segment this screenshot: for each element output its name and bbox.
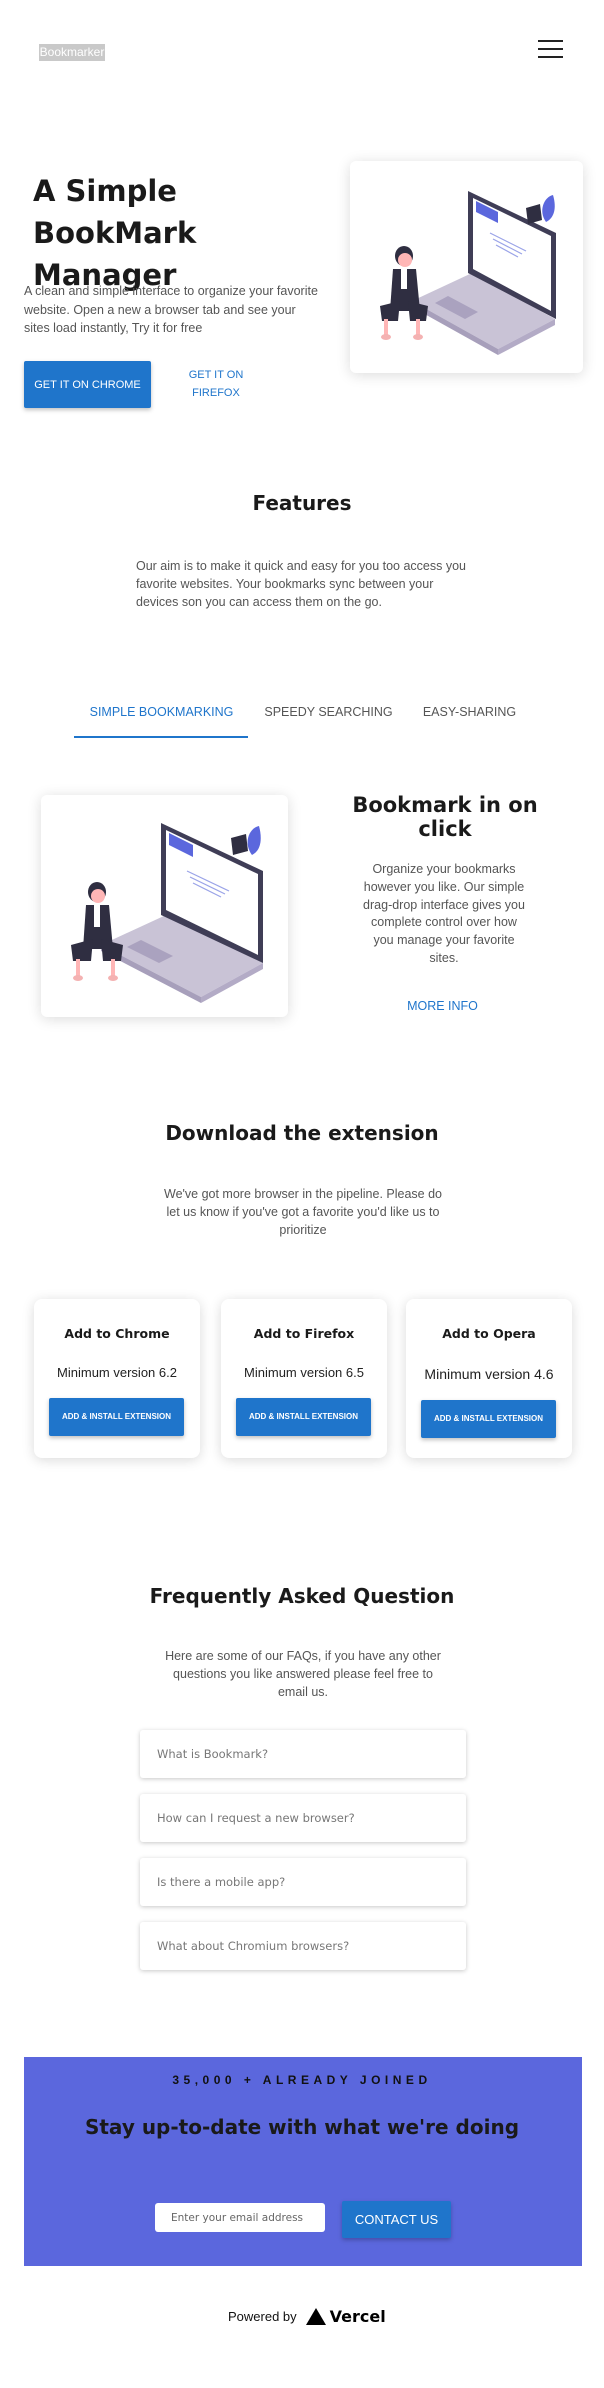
card-title: Add to Chrome: [64, 1326, 170, 1341]
hero-illustration: [350, 161, 583, 373]
opera-extension-card: Add to Opera Minimum version 4.6 ADD & I…: [406, 1299, 572, 1458]
newsletter-section: [24, 2057, 582, 2266]
faq-description: Here are some of our FAQs, if you have a…: [165, 1649, 441, 1699]
card-title: Add to Firefox: [253, 1326, 355, 1341]
faq-item[interactable]: How can I request a new browser?: [140, 1794, 466, 1842]
newsletter-heading: Stay up-to-date with what we're doing: [84, 2115, 520, 2139]
card-title: Add to Opera: [442, 1326, 536, 1341]
feature-panel-description: Organize your bookmarks however you like…: [363, 862, 525, 965]
tab-speedy-searching[interactable]: SPEEDY SEARCHING: [256, 705, 401, 719]
add-firefox-extension-button[interactable]: ADD & INSTALL EXTENSION: [236, 1398, 371, 1436]
more-info-link[interactable]: MORE INFO: [385, 999, 500, 1013]
card-min-version: Minimum version 6.2: [57, 1365, 177, 1380]
tab-simple-bookmarking[interactable]: SIMPLE BOOKMARKING: [75, 705, 248, 719]
laptop-woman-illustration: [71, 823, 263, 1003]
faq-item[interactable]: What is Bookmark?: [140, 1730, 466, 1778]
faq-heading: Frequently Asked Question: [149, 1584, 455, 1608]
download-description: We've got more browser in the pipeline. …: [164, 1187, 443, 1237]
features-heading: Features: [252, 491, 352, 515]
joined-count: 35,000 + ALREADY JOINED: [172, 2073, 432, 2087]
vercel-logo-icon: [305, 2307, 326, 2325]
card-min-version: Minimum version 4.6: [424, 1366, 554, 1382]
get-chrome-button[interactable]: GET IT ON CHROME: [24, 361, 151, 408]
faq-item[interactable]: Is there a mobile app?: [140, 1858, 466, 1906]
card-min-version: Minimum version 6.5: [244, 1365, 364, 1380]
vercel-wordmark: Vercel: [329, 2306, 386, 2326]
firefox-extension-card: Add to Firefox Minimum version 6.5 ADD &…: [221, 1299, 387, 1458]
active-tab-indicator: [74, 736, 248, 738]
hamburger-menu-icon[interactable]: [538, 40, 563, 62]
laptop-woman-illustration: [380, 191, 556, 355]
add-chrome-extension-button[interactable]: ADD & INSTALL EXTENSION: [49, 1398, 184, 1436]
powered-by-label: Powered by: [228, 2308, 297, 2324]
contact-us-button[interactable]: CONTACT US: [342, 2201, 451, 2238]
powered-by[interactable]: Powered by Vercel: [228, 2306, 386, 2326]
site-logo[interactable]: Bookmarker: [39, 44, 105, 61]
download-heading: Download the extension: [165, 1121, 439, 1145]
email-input[interactable]: [155, 2203, 325, 2232]
hero-description: A clean and simple interface to organize…: [24, 284, 318, 335]
add-opera-extension-button[interactable]: ADD & INSTALL EXTENSION: [421, 1400, 556, 1438]
features-description: Our aim is to make it quick and easy for…: [136, 559, 467, 609]
tab-easy-sharing[interactable]: EASY-SHARING: [412, 705, 527, 719]
faq-item[interactable]: What about Chromium browsers?: [140, 1922, 466, 1970]
hero-title: A Simple BookMark Manager: [33, 174, 197, 292]
feature-illustration: [41, 795, 288, 1017]
chrome-extension-card: Add to Chrome Minimum version 6.2 ADD & …: [34, 1299, 200, 1458]
get-firefox-button[interactable]: GET IT ON FIREFOX: [175, 366, 257, 402]
feature-panel-title: Bookmark in on click: [352, 793, 538, 841]
